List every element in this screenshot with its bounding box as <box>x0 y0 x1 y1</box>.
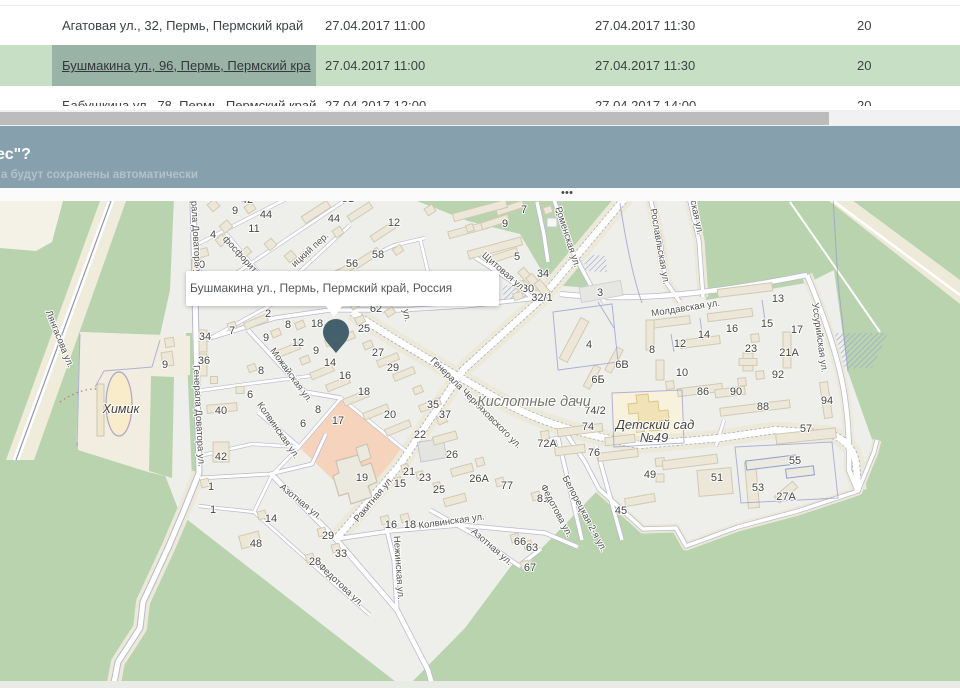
svg-text:8: 8 <box>285 319 291 331</box>
svg-text:8: 8 <box>649 344 655 356</box>
svg-text:32/1: 32/1 <box>531 292 552 304</box>
svg-text:35: 35 <box>427 399 439 411</box>
svg-text:20: 20 <box>384 409 396 421</box>
svg-text:7: 7 <box>521 204 527 216</box>
svg-text:4: 4 <box>210 229 216 241</box>
svg-text:45: 45 <box>615 505 627 517</box>
svg-text:Химик: Химик <box>102 402 141 416</box>
svg-text:27: 27 <box>372 347 384 359</box>
svg-text:15: 15 <box>394 478 406 490</box>
svg-text:49: 49 <box>644 469 656 481</box>
svg-text:8: 8 <box>258 365 264 377</box>
svg-text:92: 92 <box>772 369 784 381</box>
svg-text:17: 17 <box>332 415 344 427</box>
svg-text:33: 33 <box>335 548 347 560</box>
svg-text:3: 3 <box>597 287 603 299</box>
svg-text:42: 42 <box>215 451 227 463</box>
svg-text:23: 23 <box>419 472 431 484</box>
svg-text:4: 4 <box>586 339 592 351</box>
svg-text:Кислотные дачи: Кислотные дачи <box>477 394 591 410</box>
svg-text:74: 74 <box>582 421 594 433</box>
svg-text:6В: 6В <box>615 359 628 371</box>
svg-text:6Б: 6Б <box>591 374 604 386</box>
svg-text:51: 51 <box>711 472 723 484</box>
svg-text:72А: 72А <box>537 438 557 450</box>
svg-text:56: 56 <box>346 258 358 270</box>
svg-text:9: 9 <box>162 359 168 371</box>
svg-text:86: 86 <box>697 386 709 398</box>
svg-text:16: 16 <box>385 519 397 531</box>
svg-text:19: 19 <box>356 472 368 484</box>
svg-text:14: 14 <box>698 329 710 341</box>
svg-text:44: 44 <box>328 213 340 225</box>
svg-text:21А: 21А <box>779 347 799 359</box>
svg-text:58: 58 <box>372 249 384 261</box>
svg-text:25: 25 <box>358 323 370 335</box>
svg-text:44: 44 <box>260 209 272 221</box>
svg-text:67: 67 <box>524 562 536 574</box>
svg-text:18: 18 <box>404 519 416 531</box>
svg-text:21: 21 <box>403 466 415 478</box>
svg-text:27А: 27А <box>776 491 796 503</box>
svg-text:13: 13 <box>772 293 784 305</box>
svg-text:26А: 26А <box>469 473 489 485</box>
svg-text:48: 48 <box>250 538 262 550</box>
svg-text:76: 76 <box>588 447 600 459</box>
svg-text:34: 34 <box>537 268 549 280</box>
svg-text:37: 37 <box>439 409 451 421</box>
svg-text:8: 8 <box>315 404 321 416</box>
svg-text:22: 22 <box>414 429 426 441</box>
svg-text:29: 29 <box>322 530 334 542</box>
svg-text:12: 12 <box>674 338 686 350</box>
svg-text:14: 14 <box>324 357 336 369</box>
svg-text:9: 9 <box>502 218 508 230</box>
svg-text:1: 1 <box>210 504 216 516</box>
svg-text:ул.: ул. <box>400 308 413 322</box>
svg-text:88: 88 <box>757 401 769 413</box>
svg-text:10: 10 <box>676 367 688 379</box>
svg-text:9: 9 <box>232 205 238 217</box>
svg-text:18: 18 <box>358 386 370 398</box>
svg-text:12: 12 <box>388 217 400 229</box>
svg-text:25: 25 <box>433 484 445 496</box>
svg-text:90: 90 <box>730 386 742 398</box>
svg-text:17: 17 <box>791 324 803 336</box>
svg-text:34: 34 <box>199 331 211 343</box>
svg-text:55: 55 <box>789 455 801 467</box>
svg-text:40: 40 <box>215 405 227 417</box>
svg-text:15: 15 <box>761 318 773 330</box>
svg-text:26: 26 <box>446 449 458 461</box>
svg-text:12: 12 <box>292 337 304 349</box>
svg-text:63: 63 <box>526 542 538 554</box>
svg-text:57: 57 <box>800 423 812 435</box>
svg-text:2: 2 <box>265 308 271 320</box>
svg-text:9: 9 <box>263 332 269 344</box>
svg-text:6: 6 <box>247 389 253 401</box>
svg-text:11: 11 <box>248 223 259 235</box>
svg-text:1: 1 <box>208 481 214 493</box>
svg-text:66: 66 <box>514 536 526 548</box>
svg-text:№49: №49 <box>640 430 669 445</box>
svg-text:29: 29 <box>387 362 399 374</box>
svg-text:6: 6 <box>300 418 306 430</box>
svg-text:7: 7 <box>229 325 235 337</box>
svg-text:14: 14 <box>265 513 277 525</box>
svg-text:5: 5 <box>514 251 520 263</box>
svg-text:16: 16 <box>726 323 738 335</box>
svg-text:94: 94 <box>821 395 833 407</box>
svg-text:16: 16 <box>339 370 351 382</box>
svg-text:23: 23 <box>745 343 757 355</box>
svg-text:77: 77 <box>501 480 513 492</box>
svg-text:53: 53 <box>752 482 764 494</box>
